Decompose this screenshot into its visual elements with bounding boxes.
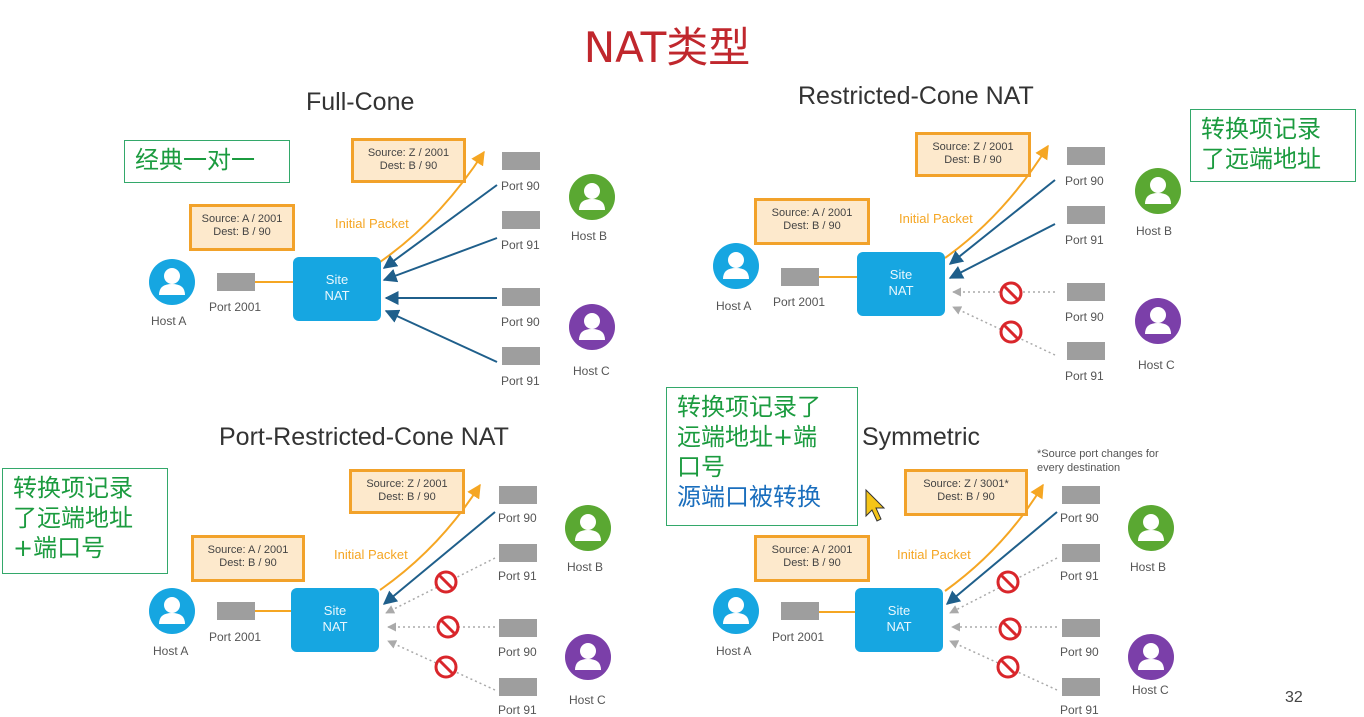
port-restricted-diagram [149,483,611,691]
port-box [499,544,537,562]
port-box [502,347,540,365]
packet-line: Source: Z / 2001 [366,478,448,490]
restricted-cone-packet-out: Source: Z / 2001 Dest: B / 90 [915,132,1031,177]
packet-line: Dest: B / 90 [944,154,1002,166]
packet-line: Dest: B / 90 [783,557,841,569]
site-nat-box: Site NAT [857,252,945,316]
site-nat-box: Site NAT [293,257,381,321]
packet-line: Source: Z / 3001* [923,478,1009,490]
host-a-label: Host A [151,314,187,328]
host-a-label: Host A [153,644,189,658]
host-a-label: Host A [716,644,752,658]
packet-line: Source: A / 2001 [771,207,853,219]
port-box [217,602,255,620]
port-box [1062,544,1100,562]
site-nat-box: Site NAT [855,588,943,652]
nat-label: NAT [888,283,914,298]
port-91-label: Port 91 [498,703,537,717]
port-2001-label: Port 2001 [772,630,825,644]
host-c-label: Host C [1138,358,1175,372]
full-cone-packet-out: Source: Z / 2001 Dest: B / 90 [351,138,466,183]
nat-label: NAT [886,619,912,634]
host-b-label: Host B [567,560,604,574]
port-box [502,288,540,306]
port-90-label: Port 90 [501,315,540,329]
port-box [499,619,537,637]
nat-label: NAT [322,619,348,634]
port-91-label: Port 91 [498,569,537,583]
page-number: 32 [1285,689,1303,706]
port-2001-label: Port 2001 [209,630,262,644]
site-label: Site [887,603,911,618]
host-b-label: Host B [1136,224,1173,238]
site-label: Site [323,603,347,618]
port-restricted-packet-out: Source: Z / 2001 Dest: B / 90 [349,469,465,514]
initial-packet-label: Initial Packet [899,211,973,226]
host-b-label: Host B [571,229,608,243]
port-box [499,486,537,504]
port-90-label: Port 90 [498,645,537,659]
packet-line: Dest: B / 90 [379,160,438,172]
port-91-label: Port 91 [1060,569,1099,583]
site-label: Site [889,267,913,282]
port-restricted-packet-in: Source: A / 2001 Dest: B / 90 [191,535,305,582]
port-90-label: Port 90 [501,179,540,193]
packet-line: Dest: B / 90 [378,491,436,503]
port-box [1067,342,1105,360]
packet-line: Source: A / 2001 [771,544,853,556]
nat-diagram [149,144,1181,691]
mouse-cursor-icon [865,488,886,522]
nat-label: NAT [324,288,350,303]
packet-line: Source: A / 2001 [207,544,289,556]
port-box [781,602,819,620]
host-b-label: Host B [1130,560,1167,574]
port-90-label: Port 90 [1065,310,1104,324]
full-cone-diagram [149,150,615,363]
port-box [1062,678,1100,696]
packet-line: Dest: B / 90 [937,491,995,503]
packet-line: Dest: B / 90 [213,226,271,238]
host-a-label: Host A [716,299,752,313]
host-c-label: Host C [573,364,610,378]
site-label: Site [325,272,349,287]
host-c-label: Host C [1132,683,1169,697]
initial-packet-label: Initial Packet [334,547,408,562]
port-90-label: Port 90 [1060,645,1099,659]
port-2001-label: Port 2001 [773,295,826,309]
port-90-label: Port 90 [1065,174,1104,188]
packet-line: Source: Z / 2001 [932,141,1014,153]
port-box [499,678,537,696]
port-2001-label: Port 2001 [209,300,262,314]
port-box [502,211,540,229]
restricted-cone-diagram [713,144,1181,356]
port-box [1067,206,1105,224]
symmetric-packet-in: Source: A / 2001 Dest: B / 90 [754,535,870,582]
restricted-cone-packet-in: Source: A / 2001 Dest: B / 90 [754,198,870,245]
packet-line: Source: A / 2001 [201,213,283,225]
host-c-label: Host C [569,693,606,707]
packet-line: Dest: B / 90 [783,220,841,232]
port-91-label: Port 91 [1065,369,1104,383]
port-90-label: Port 90 [498,511,537,525]
initial-packet-label: Initial Packet [897,547,971,562]
port-box [1067,147,1105,165]
port-91-label: Port 91 [501,374,540,388]
port-91-label: Port 91 [501,238,540,252]
port-box [781,268,819,286]
packet-line: Dest: B / 90 [219,557,277,569]
port-box [217,273,255,291]
symmetric-packet-out: Source: Z / 3001* Dest: B / 90 [904,469,1028,516]
port-box [502,152,540,170]
initial-packet-label: Initial Packet [335,216,409,231]
site-nat-box: Site NAT [291,588,379,652]
port-box [1067,283,1105,301]
port-91-label: Port 91 [1065,233,1104,247]
port-box [1062,486,1100,504]
port-91-label: Port 91 [1060,703,1099,717]
port-box [1062,619,1100,637]
full-cone-packet-in: Source: A / 2001 Dest: B / 90 [189,204,295,251]
packet-line: Source: Z / 2001 [367,147,450,159]
port-90-label: Port 90 [1060,511,1099,525]
